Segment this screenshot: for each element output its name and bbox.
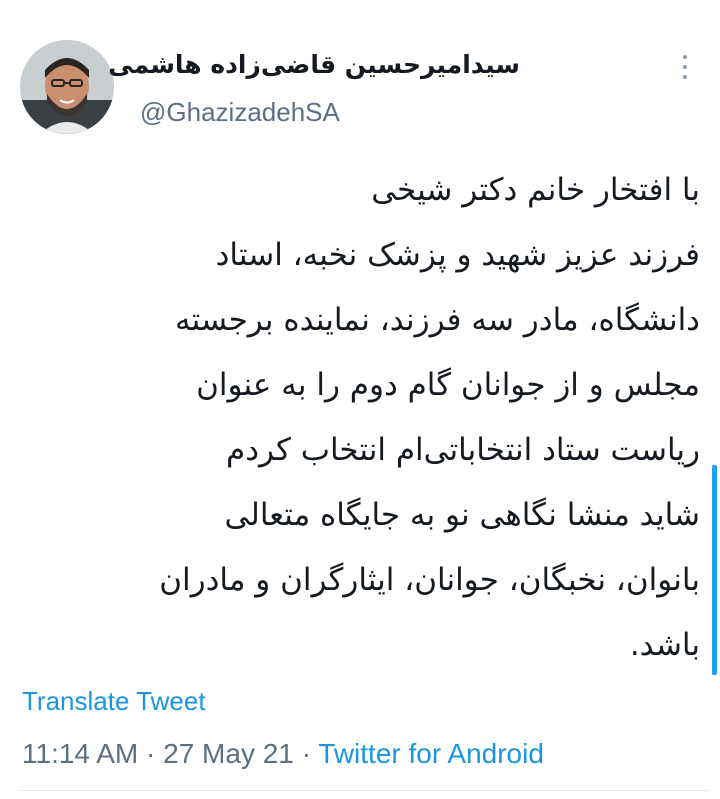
translate-tweet-link[interactable]: Translate Tweet [22, 686, 206, 717]
tweet-text-line: فرزند عزیز شهید و پزشک نخبه، استاد [215, 237, 700, 273]
meta-separator: · [146, 738, 156, 769]
author-handle[interactable]: @GhazizadehSA [140, 97, 340, 128]
tweet-text-line: با افتخار خانم دکتر شیخی [371, 172, 700, 208]
scrollbar[interactable] [712, 465, 717, 675]
meta-separator: · [301, 738, 311, 769]
divider [20, 790, 710, 791]
tweet-text: با افتخار خانم دکتر شیخی فرزند عزیز شهید… [20, 158, 700, 678]
tweet-text-line: ریاست ستاد انتخاباتی‌ام انتخاب کردم [226, 432, 700, 468]
tweet-time[interactable]: 11:14 AM [22, 738, 138, 769]
more-vertical-icon[interactable] [676, 55, 694, 79]
tweet-source-link[interactable]: Twitter for Android [318, 738, 544, 769]
tweet-meta: 11:14 AM · 27 May 21 · Twitter for Andro… [22, 738, 544, 770]
avatar[interactable] [20, 40, 114, 134]
profile-photo-icon [20, 40, 114, 134]
author-display-name[interactable]: سیدامیرحسین قاضی‌زاده هاشمی [108, 50, 520, 79]
tweet-text-line: شاید منشا نگاهی نو به جایگاه متعالی [224, 497, 700, 533]
tweet-date[interactable]: 27 May 21 [163, 738, 294, 769]
more-dot [683, 75, 687, 79]
tweet-text-line: باشد. [629, 627, 700, 663]
tweet-text-line: مجلس و از جوانان گام دوم را به عنوان [196, 367, 700, 403]
tweet-text-line: دانشگاه، مادر سه فرزند، نماینده برجسته [174, 302, 700, 338]
tweet-text-line: بانوان، نخبگان، جوانان، ایثارگران و مادر… [159, 562, 700, 598]
more-dot [683, 65, 687, 69]
more-dot [683, 55, 687, 59]
tweet: سیدامیرحسین قاضی‌زاده هاشمی @GhazizadehS… [0, 0, 720, 799]
